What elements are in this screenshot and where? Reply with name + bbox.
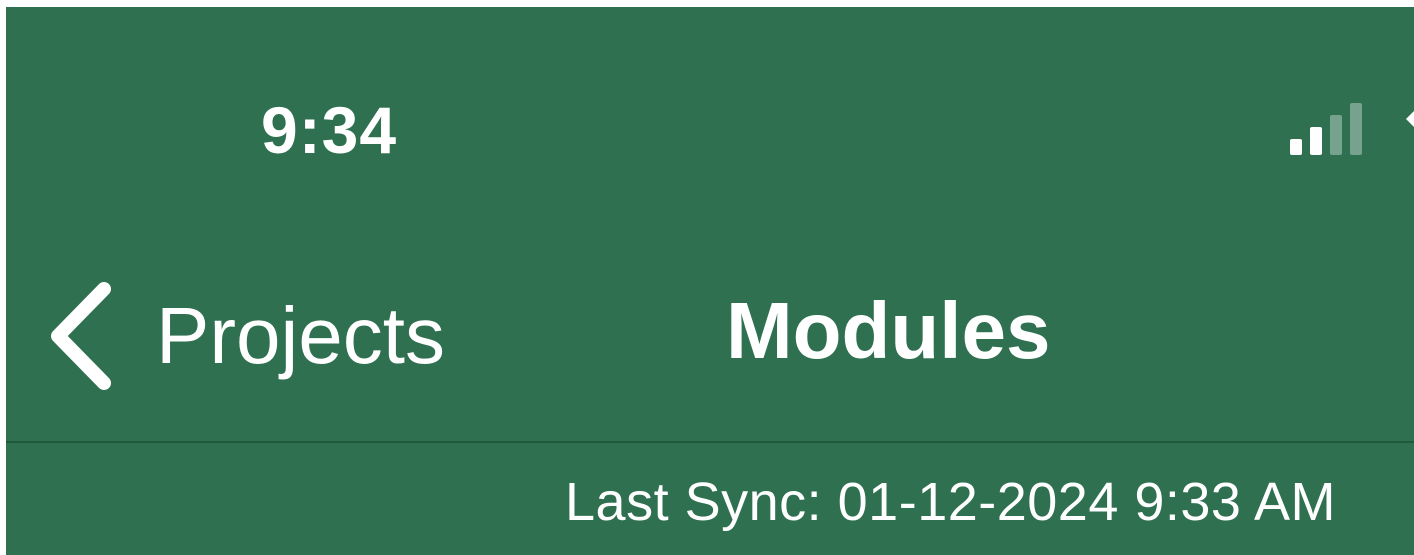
status-bar: 9:34 (6, 7, 1414, 237)
back-button-label: Projects (156, 291, 445, 380)
page-title: Modules (726, 286, 1051, 375)
chevron-left-icon (51, 282, 111, 390)
screen: 9:34 Projects Modules Last Sync: 01-12-2… (0, 0, 1414, 555)
sync-bar: Last Sync: 01-12-2024 9:33 AM (6, 443, 1414, 555)
back-button[interactable]: Projects (46, 281, 445, 391)
wifi-icon (1406, 111, 1414, 127)
cellular-signal-icon (1290, 103, 1362, 155)
last-sync-label: Last Sync: 01-12-2024 9:33 AM (565, 472, 1336, 532)
navigation-bar: Projects Modules (6, 257, 1414, 441)
status-time: 9:34 (261, 93, 398, 167)
app-header: 9:34 Projects Modules Last Sync: 01-12-2… (6, 7, 1414, 555)
